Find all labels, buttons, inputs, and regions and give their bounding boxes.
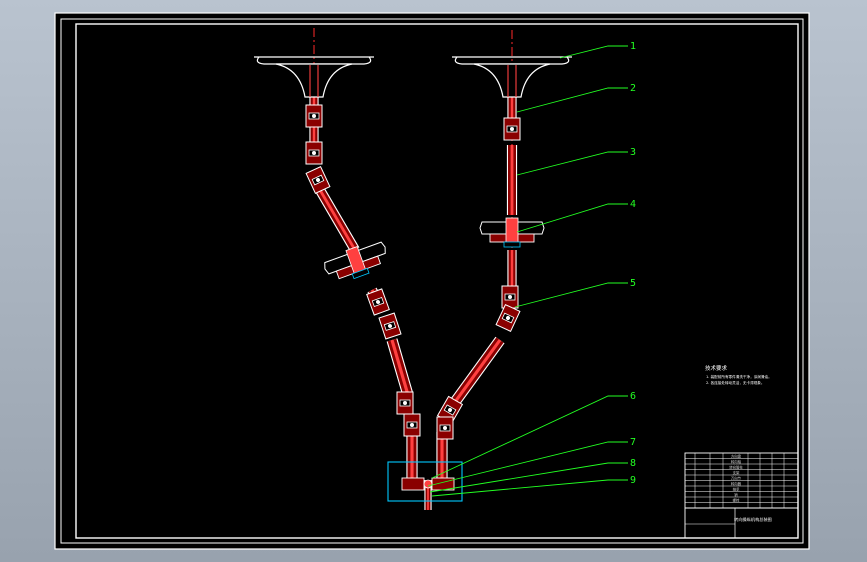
- gear-pinion: [423, 479, 433, 489]
- left-ujoint-6-pin: [410, 423, 414, 427]
- balloon-number-8: 8: [630, 458, 636, 469]
- right-ujoint-4: [436, 416, 454, 440]
- left-top-coupling-pin: [312, 114, 316, 118]
- left-ujoint-5-pin: [403, 401, 407, 405]
- balloon-number-4: 4: [630, 199, 636, 210]
- notes-line-1: 1. 装配前所有零件清洗干净，涂润滑油。: [706, 374, 772, 379]
- balloon-number-1: 1: [630, 41, 636, 52]
- balloon-number-5: 5: [630, 278, 636, 289]
- right-top-coupling-pin: [510, 127, 514, 131]
- parts-list-row-1: 方向盘: [731, 454, 742, 459]
- cad-viewport[interactable]: 1 2 3 4 5 6 7 8 9 技术要求 1. 装配前所有零件清洗干净，涂润滑油。 2. 各…: [0, 0, 867, 562]
- right-ujoint-1: [501, 285, 519, 309]
- parts-list-row-9: 螺栓: [733, 498, 740, 503]
- drawing-sheet: 1 2 3 4 5 6 7 8 9 技术要求 1. 装配前所有零件清洗干净，涂润滑油。 2. 各…: [54, 12, 810, 550]
- balloon-number-2: 2: [630, 83, 636, 94]
- right-top-coupling: [503, 117, 521, 141]
- notes-line-2: 2. 各连接处转动灵活，无卡滞现象。: [706, 380, 764, 385]
- parts-list-row-5: 万向节: [731, 476, 742, 481]
- parts-list-row-6: 转向器: [731, 481, 742, 486]
- support-bracket-right-flange: [503, 241, 521, 248]
- parts-list-row-4: 支架: [733, 470, 740, 475]
- notes-heading: 技术要求: [705, 364, 728, 372]
- parts-list-row-2: 转向轴: [731, 459, 742, 464]
- left-ujoint-6: [403, 413, 421, 437]
- left-ujoint-5: [396, 391, 414, 415]
- sheet-outer-border: [54, 12, 810, 550]
- support-bracket-right-bearing: [505, 217, 519, 245]
- left-ujoint-1-pin: [312, 151, 316, 155]
- left-ujoint-1: [305, 141, 323, 165]
- balloon-number-6: 6: [630, 391, 636, 402]
- gear-left-block: [401, 477, 425, 491]
- balloon-number-3: 3: [630, 147, 636, 158]
- balloon-number-7: 7: [630, 437, 636, 448]
- right-ujoint-1-pin: [508, 295, 512, 299]
- drawing-title: 转向操纵机构总装图: [734, 516, 772, 523]
- left-top-coupling: [305, 104, 323, 128]
- balloon-number-9: 9: [630, 475, 636, 486]
- parts-list-row-3: 转向管柱: [729, 465, 743, 470]
- right-ujoint-4-pin: [443, 426, 447, 430]
- parts-list-row-7: 轴承: [733, 487, 740, 492]
